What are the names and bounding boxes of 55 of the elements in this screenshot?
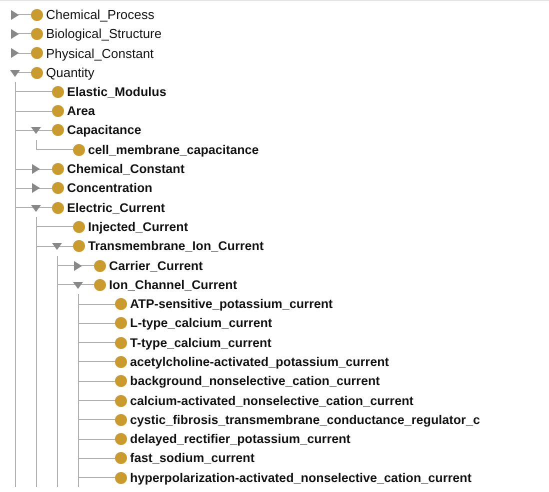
class-icon xyxy=(31,47,43,60)
class-icon xyxy=(52,182,64,194)
tree-item-label[interactable]: Ion_Channel_Current xyxy=(109,278,238,292)
class-icon xyxy=(115,298,127,310)
expand-toggle-icon[interactable] xyxy=(10,48,20,58)
tree-item-label[interactable]: Electric_Current xyxy=(67,200,165,215)
tree-item-label[interactable]: T-type_calcium_current xyxy=(130,336,272,350)
tree-item-label[interactable]: cystic_fibrosis_transmembrane_conductance_regulator_c xyxy=(130,412,480,427)
tree-item-label[interactable]: L-type_calcium_current xyxy=(130,316,272,330)
class-icon xyxy=(73,144,85,156)
class-icon xyxy=(115,472,127,484)
class-icon xyxy=(94,278,106,291)
class-icon xyxy=(115,414,127,426)
tree-item-label[interactable]: fast_sodium_current xyxy=(130,451,255,466)
tree-item-label[interactable]: acetylcholine-activated_potassium_current xyxy=(130,354,389,369)
tree-item-label[interactable]: Carrier_Current xyxy=(109,258,203,272)
class-icon xyxy=(31,28,43,40)
class-icon xyxy=(115,394,127,407)
class-icon xyxy=(115,317,127,330)
class-icon xyxy=(52,86,64,98)
class-icon xyxy=(31,8,43,21)
tree-item-label[interactable]: Capacitance xyxy=(67,123,142,138)
class-icon xyxy=(115,356,127,368)
tree-item-label[interactable]: Transmembrane_Ion_Current xyxy=(88,239,264,254)
class-icon xyxy=(115,433,127,446)
tree-item-label[interactable]: Biological_Structure xyxy=(46,26,162,42)
class-icon xyxy=(115,375,127,388)
class-icon xyxy=(52,124,64,136)
tree-item-label[interactable]: Chemical_Constant xyxy=(67,162,185,176)
tree-item-label[interactable]: hyperpolarization-activated_nonselective_cation_current xyxy=(130,470,472,485)
class-icon xyxy=(52,202,64,214)
class-icon xyxy=(94,260,106,272)
class-icon xyxy=(115,452,127,464)
expand-toggle-icon[interactable] xyxy=(10,10,20,20)
class-icon xyxy=(52,163,64,176)
tree-item-label[interactable]: Quantity xyxy=(46,65,94,80)
tree-item-label[interactable]: calcium-activated_nonselective_cation_current xyxy=(130,394,414,408)
tree-item-label[interactable]: ATP-sensitive_potassium_current xyxy=(130,297,333,312)
tree-item-label[interactable]: Area xyxy=(67,104,96,118)
tree-item-label[interactable]: Physical_Constant xyxy=(46,46,154,61)
tree-item-label[interactable]: Injected_Current xyxy=(88,220,188,234)
tree-item-label[interactable]: Chemical_Process xyxy=(46,7,154,22)
tree-item-label[interactable]: delayed_rectifier_potassium_current xyxy=(130,432,350,446)
class-icon xyxy=(115,336,127,349)
collapse-toggle-icon[interactable] xyxy=(10,68,20,78)
tree-item-label[interactable]: Elastic_Modulus xyxy=(67,84,166,99)
class-icon xyxy=(52,105,64,118)
class-icon xyxy=(73,220,85,233)
tree-item-label[interactable]: Concentration xyxy=(67,181,152,196)
expand-toggle-icon[interactable] xyxy=(73,260,83,270)
class-icon xyxy=(31,66,43,79)
expand-toggle-icon[interactable] xyxy=(10,28,20,39)
tree-item-label[interactable]: cell_membrane_capacitance xyxy=(88,142,259,157)
class-icon xyxy=(73,240,85,252)
tree-item-label[interactable]: background_nonselective_cation_current xyxy=(130,374,380,388)
